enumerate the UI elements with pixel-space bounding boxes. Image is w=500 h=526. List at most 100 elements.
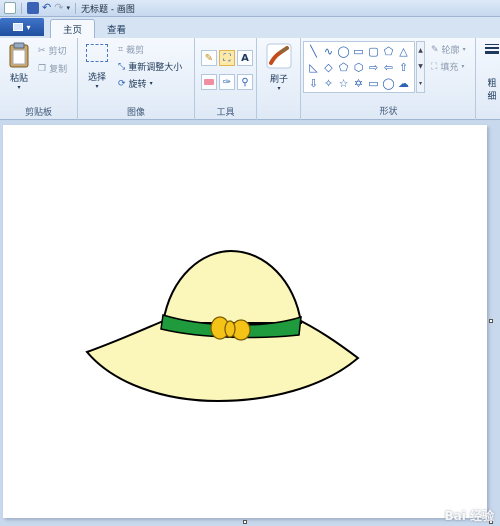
redo-icon[interactable]: ↷	[54, 2, 63, 14]
save-icon[interactable]	[27, 2, 39, 14]
clipboard-group: 粘贴 ▾ ✂ 剪切 ❐ 复制 剪贴板	[0, 38, 78, 120]
chevron-down-icon: ▾	[277, 85, 281, 92]
paint-menu-icon	[13, 23, 24, 31]
color-picker-icon[interactable]: ✑	[219, 74, 235, 90]
resize-button[interactable]: ⤡ 重新调整大小	[118, 60, 183, 74]
curve-shape-icon[interactable]: ∿	[321, 43, 336, 59]
rotate-button[interactable]: ⟳ 旋转 ▾	[118, 77, 153, 91]
copy-label: 复制	[49, 65, 68, 75]
size-button[interactable]: 粗 细	[484, 42, 500, 102]
tab-view[interactable]: 查看	[95, 19, 138, 38]
pentagon-shape-icon[interactable]: ⬠	[336, 59, 351, 75]
magnifier-icon[interactable]: ⚲	[237, 74, 253, 90]
rounded-callout-shape-icon[interactable]: ▭	[366, 75, 381, 91]
chevron-down-icon: ▾	[26, 22, 31, 32]
window-title: 无标题 - 画图	[80, 4, 135, 15]
watermark: Bai 经验	[444, 509, 494, 523]
oval-callout-shape-icon[interactable]: ◯	[381, 75, 396, 91]
resize-icon: ⤡	[118, 61, 126, 72]
select-label: 选择	[87, 73, 106, 83]
cut-label: 剪切	[48, 47, 67, 57]
resize-handle-right[interactable]	[489, 319, 493, 323]
paste-label: 粘贴	[9, 74, 28, 84]
left-arrow-shape-icon[interactable]: ⇦	[381, 59, 396, 75]
chevron-down-icon: ▾	[462, 46, 466, 53]
six-point-star-shape-icon[interactable]: ✡	[351, 75, 366, 91]
brushes-button[interactable]: 刷子 ▾	[264, 43, 294, 92]
paste-button[interactable]: 粘贴 ▾	[5, 42, 33, 91]
hat-crown	[161, 249, 303, 324]
text-tool-icon[interactable]: A	[237, 50, 253, 66]
fill-icon: ⛶	[431, 61, 438, 72]
resize-handle-bottom[interactable]	[243, 520, 247, 524]
rounded-rectangle-shape-icon[interactable]: ▢	[366, 43, 381, 59]
cloud-callout-shape-icon[interactable]: ☁	[396, 75, 411, 91]
size-label: 粗	[487, 79, 497, 89]
tools-group-label: 工具	[216, 108, 235, 118]
chevron-down-icon: ▾	[461, 63, 465, 70]
clipboard-icon	[9, 42, 29, 68]
shapes-group-label: 形状	[379, 107, 398, 117]
copy-button[interactable]: ❐ 复制	[38, 62, 68, 76]
outline-icon: ✎	[431, 44, 439, 55]
paint-menu-button[interactable]: ▾	[0, 18, 44, 36]
customize-dropdown-icon[interactable]: ▾	[66, 4, 70, 12]
up-arrow-shape-icon[interactable]: ⇧	[396, 59, 411, 75]
hexagon-shape-icon[interactable]: ⬡	[351, 59, 366, 75]
chevron-down-icon: ▾	[17, 84, 21, 91]
expand-gallery-icon[interactable]: ▾	[419, 80, 422, 87]
image-group-label: 图像	[126, 108, 145, 118]
rotate-icon: ⟳	[118, 78, 126, 89]
select-button[interactable]: 选择 ▾	[84, 44, 110, 90]
tools-group: ✎ ⛶ A ✑ ⚲ 工具	[195, 38, 257, 120]
fill-label: 填充	[440, 63, 459, 73]
scissors-icon: ✂	[38, 45, 46, 56]
oval-shape-icon[interactable]: ◯	[336, 43, 351, 59]
fill-bucket-icon[interactable]: ⛶	[219, 50, 235, 66]
chevron-up-icon[interactable]: ▲	[418, 47, 423, 54]
drawing-canvas[interactable]	[3, 125, 493, 524]
separator	[21, 2, 22, 14]
chevron-down-icon[interactable]: ▼	[418, 63, 423, 70]
selection-rectangle-icon	[86, 44, 108, 62]
pencil-icon[interactable]: ✎	[201, 50, 217, 66]
five-point-star-shape-icon[interactable]: ☆	[336, 75, 351, 91]
shapes-gallery-scroll[interactable]: ▲ ▼ ▾	[416, 41, 425, 93]
tab-home[interactable]: 主页	[50, 19, 96, 38]
line-shape-icon[interactable]: ╲	[306, 43, 321, 59]
image-group: 选择 ▾ ⌗ 裁剪 ⤡ 重新调整大小 ⟳ 旋转 ▾ 图像	[78, 38, 195, 120]
brushes-group: 刷子 ▾	[257, 38, 301, 120]
four-point-star-shape-icon[interactable]: ✧	[321, 75, 336, 91]
ribbon-tabs: ▾ 主页 查看	[0, 17, 500, 38]
chevron-down-icon: ▾	[95, 83, 99, 90]
paint-app-icon[interactable]	[4, 2, 16, 14]
right-arrow-shape-icon[interactable]: ⇨	[366, 59, 381, 75]
size-label-2: 细	[487, 92, 497, 102]
polygon-shape-icon[interactable]: ⬠	[381, 43, 396, 59]
outline-label: 轮廓	[441, 46, 460, 56]
right-triangle-shape-icon[interactable]: ◺	[306, 59, 321, 75]
rectangle-shape-icon[interactable]: ▭	[351, 43, 366, 59]
shapes-gallery[interactable]: ╲ ∿ ◯ ▭ ▢ ⬠ △ ◺ ◇ ⬠ ⬡ ⇨ ⇦ ⇧ ⇩ ✧ ☆ ✡ ▭ ◯ …	[303, 41, 415, 93]
undo-icon[interactable]: ↶	[42, 2, 51, 14]
hat-drawing	[85, 249, 360, 403]
hat-bow-knot	[224, 320, 236, 338]
quick-access-toolbar: ↶ ↷ ▾	[0, 2, 78, 14]
eraser-icon[interactable]	[201, 74, 217, 90]
ribbon: 粘贴 ▾ ✂ 剪切 ❐ 复制 剪贴板 选择 ▾ ⌗ 裁剪 ⤡ 重新调整大小 ⟳ …	[0, 38, 500, 120]
cut-button[interactable]: ✂ 剪切	[38, 44, 67, 58]
triangle-shape-icon[interactable]: △	[396, 43, 411, 59]
clipboard-group-label: 剪贴板	[24, 108, 52, 118]
down-arrow-shape-icon[interactable]: ⇩	[306, 75, 321, 91]
diamond-shape-icon[interactable]: ◇	[321, 59, 336, 75]
title-bar: ↶ ↷ ▾ 无标题 - 画图	[0, 0, 500, 17]
crop-button[interactable]: ⌗ 裁剪	[118, 43, 145, 57]
line-size-icon	[485, 42, 499, 56]
crop-label: 裁剪	[126, 46, 145, 56]
brushes-label: 刷子	[269, 75, 288, 85]
chevron-down-icon: ▾	[149, 80, 153, 87]
outline-button[interactable]: ✎ 轮廓 ▾	[431, 43, 466, 57]
fill-button[interactable]: ⛶ 填充 ▾	[431, 60, 465, 74]
resize-label: 重新调整大小	[128, 63, 183, 73]
crop-icon: ⌗	[118, 44, 124, 55]
